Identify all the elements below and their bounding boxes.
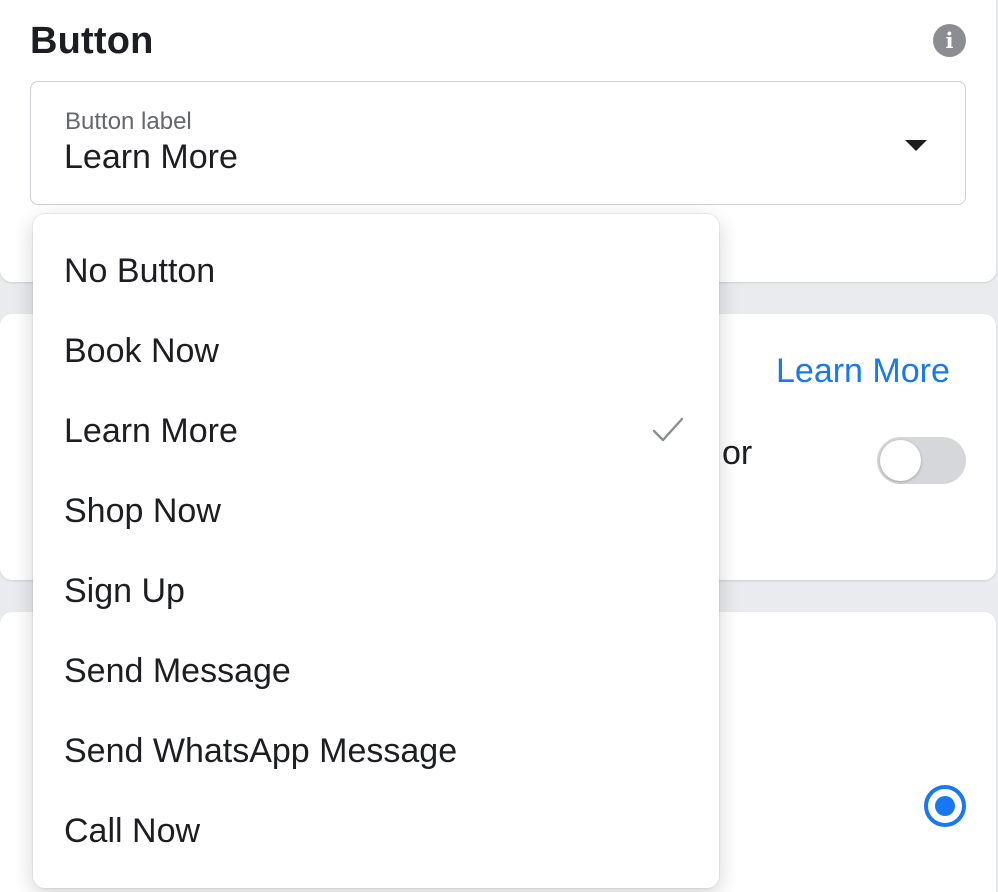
- menu-item-label: Learn More: [64, 412, 238, 450]
- menu-item-label: Sign Up: [64, 572, 185, 610]
- menu-item-no-button[interactable]: No Button: [33, 233, 719, 313]
- caret-down-icon: [905, 140, 927, 151]
- toggle-label: or: [722, 434, 753, 472]
- select-value: Learn More: [64, 138, 238, 176]
- toggle-switch[interactable]: [877, 437, 966, 484]
- menu-item-label: Call Now: [64, 812, 201, 850]
- section-title: Button: [30, 20, 154, 62]
- info-icon[interactable]: i: [933, 24, 966, 57]
- menu-item-learn-more[interactable]: Learn More: [33, 393, 719, 473]
- menu-item-label: Shop Now: [64, 492, 221, 530]
- learn-more-link[interactable]: Learn More: [776, 352, 950, 391]
- checkmark-icon: [652, 417, 684, 442]
- radio-button[interactable]: [924, 785, 966, 827]
- menu-item-label: Send WhatsApp Message: [64, 732, 458, 770]
- radio-selected-dot: [935, 796, 955, 816]
- button-label-dropdown: No Button Book Now Learn More Shop Now S…: [33, 214, 719, 888]
- menu-item-call-now[interactable]: Call Now: [33, 793, 719, 873]
- menu-item-send-message[interactable]: Send Message: [33, 633, 719, 713]
- menu-item-book-now[interactable]: Book Now: [33, 313, 719, 393]
- menu-item-sign-up[interactable]: Sign Up: [33, 553, 719, 633]
- menu-item-label: No Button: [64, 252, 216, 290]
- button-label-select[interactable]: Button label Learn More: [30, 81, 966, 205]
- menu-item-label: Book Now: [64, 332, 219, 370]
- select-label: Button label: [65, 108, 192, 135]
- menu-item-label: Send Message: [64, 652, 291, 690]
- menu-item-shop-now[interactable]: Shop Now: [33, 473, 719, 553]
- menu-item-send-whatsapp-message[interactable]: Send WhatsApp Message: [33, 713, 719, 793]
- toggle-knob: [880, 440, 921, 481]
